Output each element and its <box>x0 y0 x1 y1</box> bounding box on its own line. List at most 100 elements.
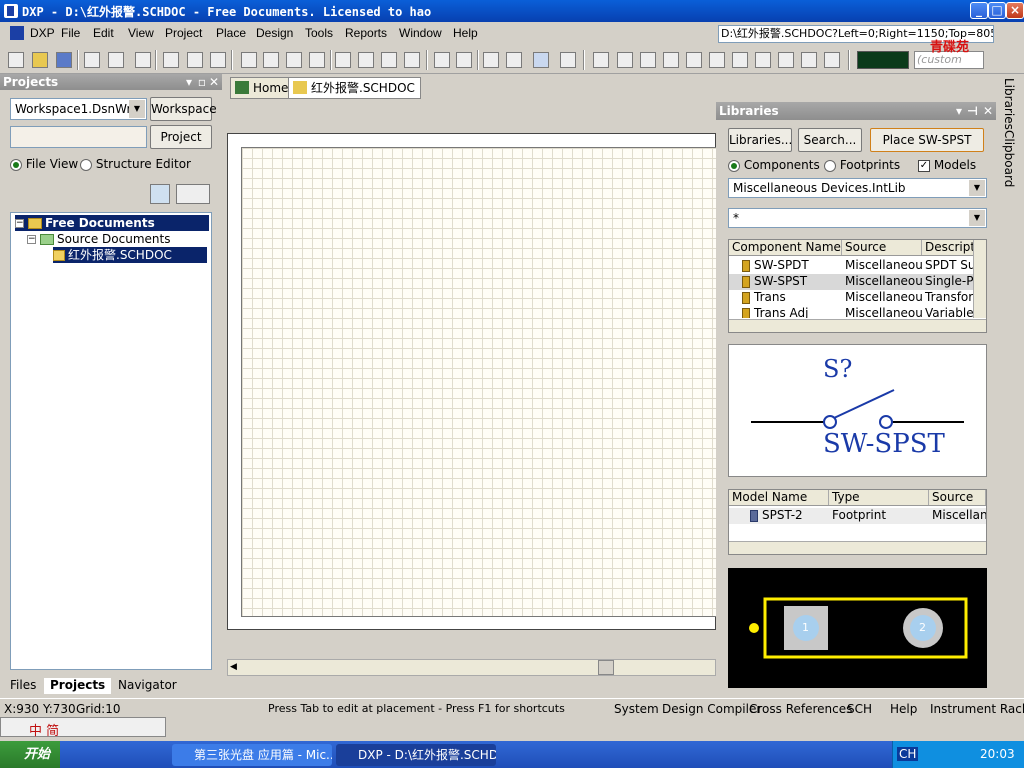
new-icon[interactable] <box>8 52 24 68</box>
scroll-left-icon[interactable]: ◀ <box>230 662 237 672</box>
select-area-icon[interactable] <box>335 52 351 68</box>
copy-icon[interactable] <box>263 52 279 68</box>
net-label-icon[interactable] <box>663 52 679 68</box>
zoom-area-icon[interactable] <box>187 52 203 68</box>
horizontal-scrollbar[interactable] <box>729 541 986 554</box>
panel-button-instrument-racks[interactable]: Instrument Racks <box>930 702 1024 716</box>
col-component-name[interactable]: Component Name <box>729 240 842 255</box>
tree-file-item[interactable]: 红外报警.SCHDOC <box>53 247 207 263</box>
tab-navigator[interactable]: Navigator <box>112 678 183 694</box>
panel-button-sch[interactable]: SCH <box>847 702 872 716</box>
bus-entry-icon[interactable] <box>640 52 656 68</box>
taskbar-item-word[interactable]: 第三张光盘 应用篇 - Mic... <box>172 744 332 766</box>
panel-menu-icon[interactable]: ▾ <box>186 74 192 90</box>
component-row[interactable]: SW-SPDT Miscellaneous D SPDT Su <box>729 258 974 274</box>
close-button[interactable]: × <box>1006 2 1024 19</box>
print-icon[interactable] <box>84 52 100 68</box>
project-button[interactable]: Project <box>150 125 212 149</box>
collapse-icon[interactable]: − <box>27 235 36 244</box>
sidebar-tab-libraries[interactable]: Libraries <box>1002 78 1016 130</box>
vertical-scrollbar[interactable] <box>973 240 986 318</box>
no-erc-icon[interactable] <box>824 52 840 68</box>
file-view-radio[interactable]: File View <box>10 157 78 171</box>
horizontal-scrollbar[interactable] <box>729 319 986 332</box>
project-combo[interactable] <box>10 126 147 148</box>
tab-files[interactable]: Files <box>4 678 42 694</box>
menu-design[interactable]: Design <box>256 26 293 40</box>
panel-pin-icon[interactable]: ⊣ <box>967 102 978 120</box>
paste-icon[interactable] <box>286 52 302 68</box>
schematic-grid[interactable] <box>241 147 717 617</box>
menu-place[interactable]: Place <box>216 26 246 40</box>
menu-dxp[interactable]: DXP <box>30 26 55 40</box>
chevron-down-icon[interactable]: ▼ <box>969 180 985 196</box>
move-icon[interactable] <box>358 52 374 68</box>
vcc-port-icon[interactable] <box>709 52 725 68</box>
scroll-thumb[interactable] <box>598 660 614 675</box>
workspace-button[interactable]: Workspace <box>150 97 217 121</box>
menu-window[interactable]: Window <box>399 26 442 40</box>
component-row[interactable]: Trans Adj Miscellaneous D Variable T <box>729 306 974 318</box>
menu-tools[interactable]: Tools <box>305 26 333 40</box>
menu-project[interactable]: Project <box>165 26 202 40</box>
panel-menu-icon[interactable]: ▾ <box>956 102 962 120</box>
tab-schematic[interactable]: 红外报警.SCHDOC <box>288 77 421 99</box>
models-checkbox[interactable]: ✓ Models <box>918 158 976 172</box>
cross-probe-icon[interactable] <box>506 52 522 68</box>
horizontal-scrollbar[interactable]: ◀ <box>227 659 716 676</box>
chevron-down-icon[interactable]: ▼ <box>969 210 985 226</box>
maximize-button[interactable]: □ <box>988 2 1006 19</box>
footprints-radio[interactable]: Footprints <box>824 158 900 172</box>
component-row-selected[interactable]: SW-SPST Miscellaneous D Single-Po <box>729 274 974 290</box>
hierarchy-icon[interactable] <box>483 52 499 68</box>
col-description[interactable]: Descriptio <box>922 240 974 255</box>
cut-icon[interactable] <box>241 52 257 68</box>
deselect-icon[interactable] <box>404 52 420 68</box>
col-source[interactable]: Source <box>842 240 922 255</box>
menu-help[interactable]: Help <box>453 26 478 40</box>
bus-icon[interactable] <box>617 52 633 68</box>
ime-mode[interactable]: 中 简 <box>29 720 59 739</box>
structure-editor-radio[interactable]: Structure Editor <box>80 157 191 171</box>
sheet-entry-icon[interactable] <box>778 52 794 68</box>
menu-file[interactable]: File <box>61 26 80 40</box>
col-model-source[interactable]: Source <box>929 490 986 505</box>
project-options-icon[interactable] <box>176 184 210 204</box>
redo-icon[interactable] <box>456 52 472 68</box>
libraries-button[interactable]: Libraries... <box>728 128 792 152</box>
start-button[interactable]: 开始 <box>0 741 60 768</box>
taskbar-item-dxp[interactable]: DXP - D:\红外报警.SCHD... <box>336 744 496 766</box>
search-button[interactable]: Search... <box>798 128 862 152</box>
help-icon[interactable] <box>560 52 576 68</box>
panel-close-icon[interactable]: ✕ <box>983 102 993 120</box>
panel-button-design-compiler[interactable]: Design Compiler <box>662 702 761 716</box>
app-icon[interactable] <box>4 4 18 18</box>
minimize-button[interactable]: _ <box>970 2 988 19</box>
mask-combo[interactable]: * ▼ <box>728 208 987 228</box>
collapse-icon[interactable]: − <box>15 219 24 228</box>
sheet-symbol-icon[interactable] <box>755 52 771 68</box>
zoom-fit-icon[interactable] <box>163 52 179 68</box>
menu-edit[interactable]: Edit <box>93 26 114 40</box>
chevron-down-icon[interactable]: ▼ <box>129 100 145 118</box>
select-cross-icon[interactable] <box>381 52 397 68</box>
component-row[interactable]: Trans Miscellaneous D Transform <box>729 290 974 306</box>
layers-icon[interactable] <box>135 52 151 68</box>
tree-folder-item[interactable]: − Source Documents <box>27 231 170 247</box>
panel-button-help[interactable]: Help <box>890 702 917 716</box>
tree-root-item[interactable]: − Free Documents <box>15 215 209 231</box>
library-select[interactable]: Miscellaneous Devices.IntLib ▼ <box>728 178 987 198</box>
panel-button-system[interactable]: System <box>614 702 659 716</box>
color-swatch[interactable] <box>857 51 909 69</box>
open-icon[interactable] <box>32 52 48 68</box>
model-row[interactable]: SPST-2 Footprint Miscellaneo <box>729 508 986 524</box>
browse-library-icon[interactable] <box>533 52 549 68</box>
menu-reports[interactable]: Reports <box>345 26 387 40</box>
language-indicator[interactable]: CH <box>897 747 919 761</box>
refresh-icon[interactable] <box>150 184 170 204</box>
ime-toolbar[interactable]: 中 简 <box>0 717 166 739</box>
sidebar-tab-clipboard[interactable]: Clipboard <box>1002 130 1016 187</box>
undo-icon[interactable] <box>434 52 450 68</box>
wire-icon[interactable] <box>593 52 609 68</box>
col-model-name[interactable]: Model Name <box>729 490 829 505</box>
